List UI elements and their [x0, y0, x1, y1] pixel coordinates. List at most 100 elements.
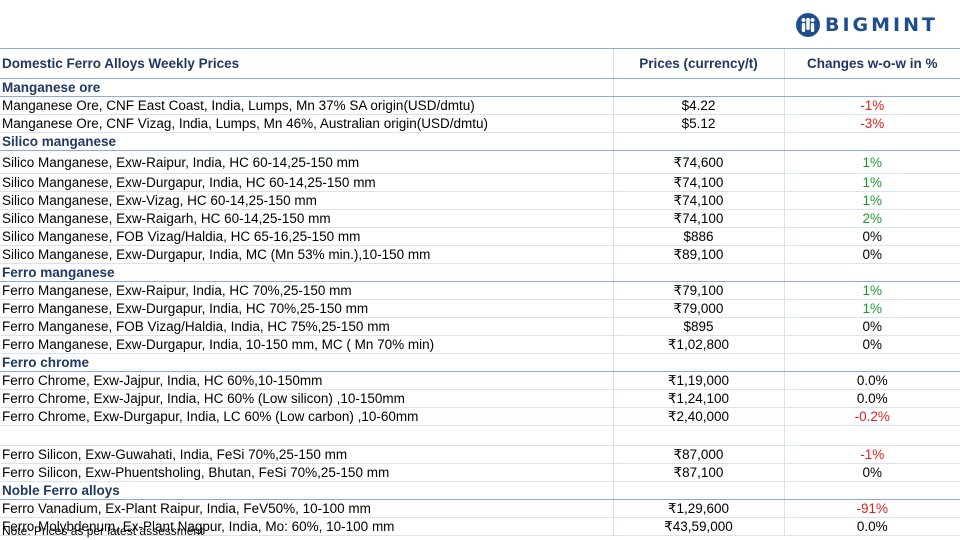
- change-value: 0%: [783, 227, 960, 246]
- section-price-cell: [612, 353, 784, 372]
- change-value: 1%: [783, 150, 960, 174]
- section-row: Noble Ferro alloys: [0, 481, 960, 500]
- price-value: ₹87,000: [612, 445, 784, 464]
- product-name: Ferro Silicon, Exw-Guwahati, India, FeSi…: [0, 445, 613, 464]
- price-value: ₹87,100: [612, 463, 784, 482]
- change-value: 0.0%: [783, 517, 960, 536]
- blank-cell: [0, 425, 613, 446]
- section-change-cell: [783, 353, 960, 372]
- section-change-cell: [783, 481, 960, 500]
- price-value: ₹74,100: [612, 191, 784, 210]
- product-name: Silico Manganese, Exw-Raipur, India, HC …: [0, 150, 613, 174]
- section-label: Manganese ore: [0, 78, 613, 97]
- brand-name: BIGMINT: [825, 14, 938, 36]
- price-value: ₹79,000: [612, 299, 784, 318]
- section-row: Manganese ore: [0, 78, 960, 97]
- section-price-cell: [612, 78, 784, 97]
- section-change-cell: [783, 132, 960, 151]
- product-name: Silico Manganese, Exw-Durgapur, India, H…: [0, 173, 613, 192]
- table-row: Silico Manganese, Exw-Durgapur, India, H…: [0, 173, 960, 192]
- table-row: Manganese Ore, CNF East Coast, India, Lu…: [0, 96, 960, 115]
- product-name: Ferro Manganese, Exw-Durgapur, India, 10…: [0, 335, 613, 354]
- section-price-cell: [612, 481, 784, 500]
- product-name: Ferro Manganese, FOB Vizag/Haldia, India…: [0, 317, 613, 336]
- section-price-cell: [612, 263, 784, 282]
- product-name: Ferro Manganese, Exw-Durgapur, India, HC…: [0, 299, 613, 318]
- product-name: Silico Manganese, Exw-Raigarh, HC 60-14,…: [0, 209, 613, 228]
- price-value: ₹2,40,000: [612, 407, 784, 426]
- change-value: 0%: [783, 317, 960, 336]
- table-body: Manganese ore Manganese Ore, CNF East Coa…: [0, 78, 960, 536]
- change-value: 0.0%: [783, 371, 960, 390]
- table-row: Ferro Manganese, FOB Vizag/Haldia, India…: [0, 317, 960, 336]
- table-row: Ferro Silicon, Exw-Phuentsholing, Bhutan…: [0, 463, 960, 482]
- change-value: 0%: [783, 463, 960, 482]
- bigmint-logo: BIGMINT: [795, 10, 938, 40]
- table-row: Silico Manganese, Exw-Vizag, HC 60-14,25…: [0, 191, 960, 210]
- product-name: Silico Manganese, Exw-Vizag, HC 60-14,25…: [0, 191, 613, 210]
- section-label: Ferro chrome: [0, 353, 613, 372]
- change-value: -0.2%: [783, 407, 960, 426]
- change-value: 1%: [783, 191, 960, 210]
- product-name: Manganese Ore, CNF Vizag, India, Lumps, …: [0, 114, 613, 133]
- blank-row: [0, 425, 960, 446]
- price-value: ₹1,02,800: [612, 335, 784, 354]
- product-name: Ferro Manganese, Exw-Raipur, India, HC 7…: [0, 281, 613, 300]
- table-row: Ferro Chrome, Exw-Durgapur, India, LC 60…: [0, 407, 960, 426]
- change-value: 0.0%: [783, 389, 960, 408]
- section-row: Ferro chrome: [0, 353, 960, 372]
- product-name: Manganese Ore, CNF East Coast, India, Lu…: [0, 96, 613, 115]
- section-change-cell: [783, 78, 960, 97]
- section-row: Ferro manganese: [0, 263, 960, 282]
- header-price: Prices (currency/t): [612, 48, 784, 79]
- price-value: ₹79,100: [612, 281, 784, 300]
- table-row: Ferro Chrome, Exw-Jajpur, India, HC 60% …: [0, 389, 960, 408]
- table-row: Ferro Manganese, Exw-Durgapur, India, 10…: [0, 335, 960, 354]
- price-value: ₹43,59,000: [612, 517, 784, 536]
- product-name: Ferro Silicon, Exw-Phuentsholing, Bhutan…: [0, 463, 613, 482]
- price-value: ₹74,100: [612, 209, 784, 228]
- header-change: Changes w-o-w in %: [783, 48, 960, 79]
- price-value: ₹74,600: [612, 150, 784, 174]
- table-row: Ferro Vanadium, Ex-Plant Raipur, India, …: [0, 499, 960, 518]
- table-row: Silico Manganese, Exw-Raigarh, HC 60-14,…: [0, 209, 960, 228]
- change-value: 1%: [783, 173, 960, 192]
- price-value: ₹89,100: [612, 245, 784, 264]
- table-row: Silico Manganese, FOB Vizag/Haldia, HC 6…: [0, 227, 960, 246]
- table-row: Ferro Silicon, Exw-Guwahati, India, FeSi…: [0, 445, 960, 464]
- price-value: ₹1,29,600: [612, 499, 784, 518]
- table-row: Silico Manganese, Exw-Durgapur, India, M…: [0, 245, 960, 264]
- product-name: Ferro Vanadium, Ex-Plant Raipur, India, …: [0, 499, 613, 518]
- price-value: $886: [612, 227, 784, 246]
- table-row: Manganese Ore, CNF Vizag, India, Lumps, …: [0, 114, 960, 133]
- price-value: ₹74,100: [612, 173, 784, 192]
- price-value: ₹1,19,000: [612, 371, 784, 390]
- product-name: Ferro Chrome, Exw-Jajpur, India, HC 60% …: [0, 389, 613, 408]
- change-value: 1%: [783, 281, 960, 300]
- section-label: Silico manganese: [0, 132, 613, 151]
- product-name: Ferro Chrome, Exw-Durgapur, India, LC 60…: [0, 407, 613, 426]
- change-value: -91%: [783, 499, 960, 518]
- table-row: Silico Manganese, Exw-Raipur, India, HC …: [0, 150, 960, 174]
- blank-cell: [783, 425, 960, 446]
- product-name: Ferro Chrome, Exw-Jajpur, India, HC 60%,…: [0, 371, 613, 390]
- table-row: Ferro Chrome, Exw-Jajpur, India, HC 60%,…: [0, 371, 960, 390]
- bigmint-logo-icon: [796, 13, 820, 37]
- section-label: Ferro manganese: [0, 263, 613, 282]
- price-value: $5.12: [612, 114, 784, 133]
- table-row: Ferro Manganese, Exw-Raipur, India, HC 7…: [0, 281, 960, 300]
- section-row: Silico manganese: [0, 132, 960, 151]
- change-value: 2%: [783, 209, 960, 228]
- change-value: 0%: [783, 245, 960, 264]
- product-name: Silico Manganese, Exw-Durgapur, India, M…: [0, 245, 613, 264]
- header-product: Domestic Ferro Alloys Weekly Prices: [0, 48, 613, 79]
- change-value: 0%: [783, 335, 960, 354]
- price-value: ₹1,24,100: [612, 389, 784, 408]
- ferro-alloys-price-table: Domestic Ferro Alloys Weekly Prices Pric…: [0, 48, 960, 536]
- section-price-cell: [612, 132, 784, 151]
- table-row: Ferro Manganese, Exw-Durgapur, India, HC…: [0, 299, 960, 318]
- table-header-row: Domestic Ferro Alloys Weekly Prices Pric…: [0, 48, 960, 79]
- change-value: 1%: [783, 299, 960, 318]
- section-change-cell: [783, 263, 960, 282]
- change-value: -1%: [783, 445, 960, 464]
